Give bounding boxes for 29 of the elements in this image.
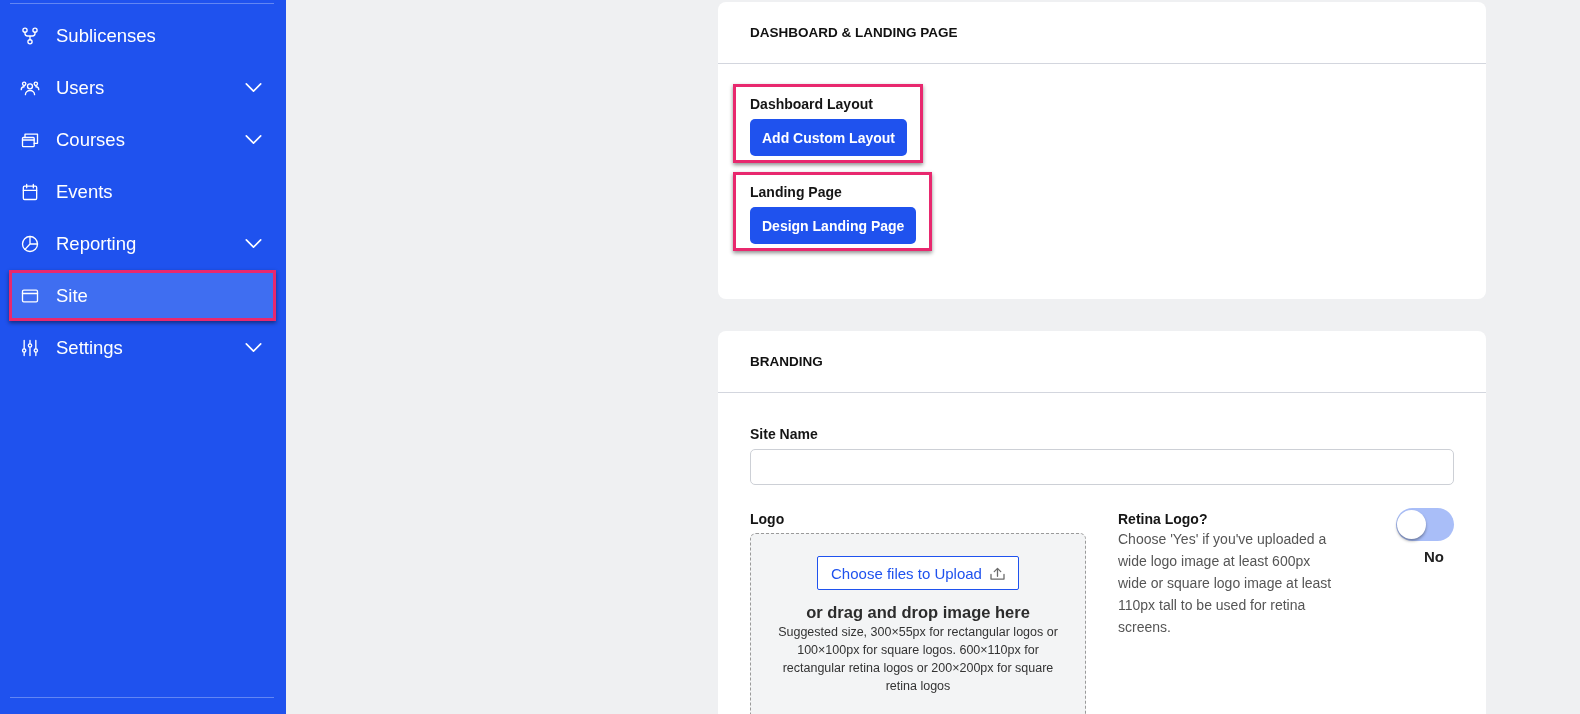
sidebar-item[interactable]: Users [12, 65, 273, 110]
toggle-state-text: No [1424, 548, 1444, 566]
upload-dropzone[interactable] [750, 533, 1086, 714]
sidebar-item[interactable]: Events [12, 169, 273, 214]
field-label: Landing Page [750, 183, 842, 201]
pie-chart-icon [20, 233, 40, 254]
section-title: DASHBOARD & LANDING PAGE [750, 25, 958, 40]
sidebar-item[interactable]: Reporting [12, 221, 273, 266]
sidebar-item[interactable]: Sublicenses [12, 13, 273, 58]
upload-icon [989, 566, 1005, 580]
action-button[interactable]: Design Landing Page [750, 207, 917, 244]
sidebar-item[interactable]: Courses [12, 117, 273, 162]
field-description: Choose 'Yes' if you've uploaded a wide logo image at least 600px wide or square logo image at least 110px tall to be used for retina screens. [1118, 530, 1333, 637]
sidebar-item[interactable]: Settings [12, 325, 273, 370]
site-name-input[interactable] [750, 449, 1454, 485]
section-title: BRANDING [750, 354, 823, 369]
field-label: Retina Logo? [1118, 510, 1209, 528]
action-button[interactable]: Add Custom Layout [750, 119, 907, 156]
field-label: Logo [750, 510, 786, 528]
drop-instruction: or drag and drop image here [806, 602, 1030, 622]
sidebar-item[interactable]: Site [12, 273, 273, 318]
retina-toggle[interactable] [1396, 508, 1454, 541]
field-label: Site Name [750, 425, 819, 443]
sliders-icon [20, 337, 40, 358]
size-hint: Suggested size, 300×55px for rectangular logos or 100×100px for square logos. 600×110px for rectangular retina logos or 200×200px for square retina logos [777, 624, 1059, 695]
field-label: Dashboard Layout [750, 95, 873, 113]
branch-icon [20, 25, 40, 46]
calendar-icon [20, 181, 40, 202]
upload-button[interactable]: Choose files to Upload [817, 556, 1019, 590]
